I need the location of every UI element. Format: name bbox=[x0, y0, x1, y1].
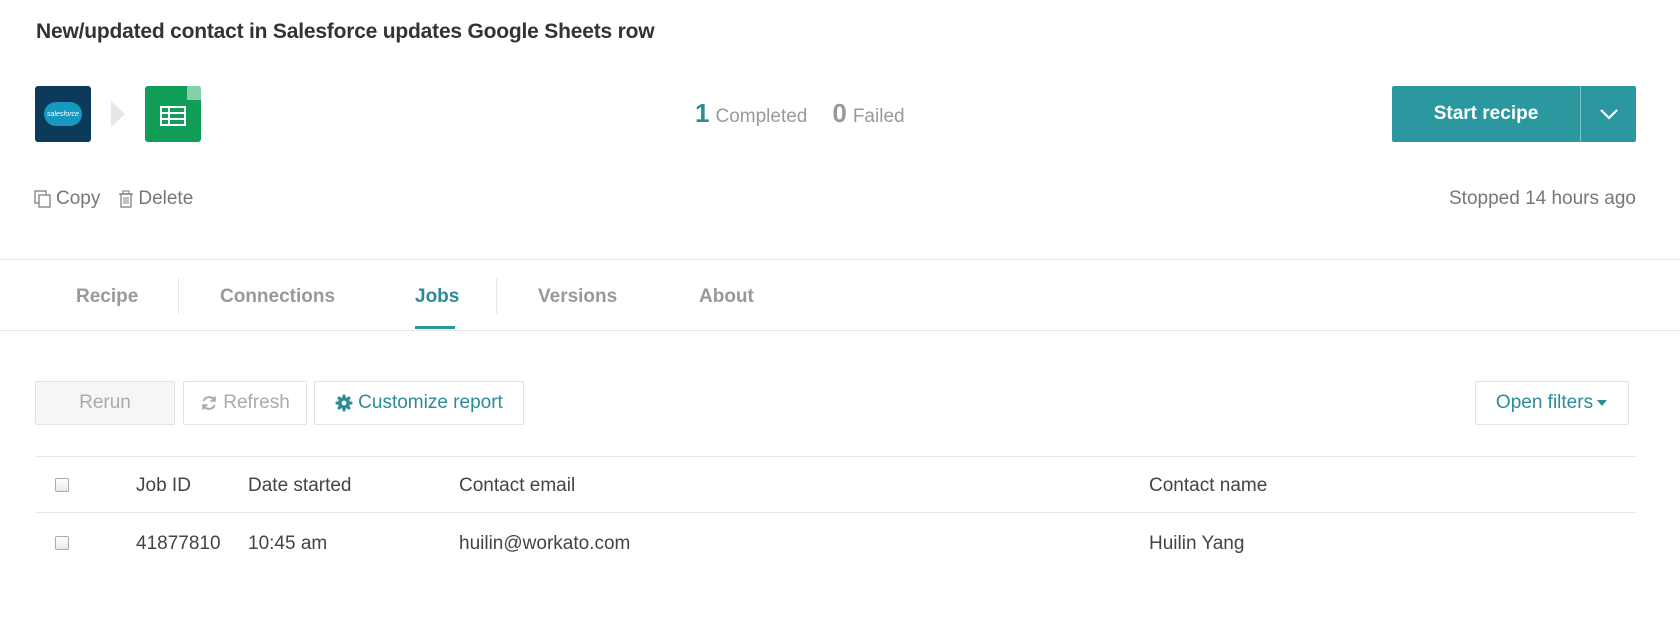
recipe-app-flow: salesforce bbox=[35, 86, 201, 142]
tab-connections[interactable]: Connections bbox=[220, 286, 335, 308]
delete-button[interactable]: Delete bbox=[118, 188, 193, 210]
copy-icon bbox=[34, 190, 51, 208]
start-recipe-button[interactable]: Start recipe bbox=[1392, 86, 1580, 142]
customize-report-label: Customize report bbox=[358, 392, 503, 413]
column-header-contact-name[interactable]: Contact name bbox=[1149, 475, 1267, 497]
job-id-cell[interactable]: 41877810 bbox=[136, 533, 221, 555]
refresh-label: Refresh bbox=[223, 392, 290, 413]
chevron-down-icon bbox=[1599, 109, 1618, 120]
contact-email-cell: huilin@workato.com bbox=[459, 533, 631, 554]
column-header-date-started[interactable]: Date started bbox=[248, 475, 352, 497]
tabs-divider bbox=[0, 330, 1680, 331]
start-recipe-dropdown-toggle[interactable] bbox=[1580, 86, 1636, 142]
job-stats: 1 Completed 0 Failed bbox=[695, 98, 905, 129]
completed-count: 1 bbox=[695, 98, 710, 128]
gear-icon bbox=[335, 394, 353, 412]
tab-jobs[interactable]: Jobs bbox=[415, 286, 459, 308]
trash-icon bbox=[119, 190, 134, 208]
copy-button[interactable]: Copy bbox=[34, 188, 100, 210]
flow-arrow-icon bbox=[111, 101, 125, 127]
caret-down-icon bbox=[1597, 400, 1608, 406]
salesforce-icon: salesforce bbox=[35, 86, 91, 142]
customize-report-button[interactable]: Customize report bbox=[314, 381, 524, 425]
header-divider bbox=[0, 259, 1680, 260]
google-sheets-icon bbox=[145, 86, 201, 142]
start-recipe-button-group: Start recipe bbox=[1392, 86, 1636, 142]
date-started-cell: 10:45 am bbox=[248, 533, 328, 554]
delete-label: Delete bbox=[138, 188, 194, 209]
select-all-checkbox[interactable] bbox=[55, 478, 69, 492]
active-tab-indicator bbox=[415, 326, 455, 329]
tab-separator bbox=[496, 278, 497, 314]
copy-label: Copy bbox=[56, 188, 101, 209]
open-filters-label: Open filters bbox=[1495, 392, 1594, 413]
failed-count: 0 bbox=[832, 98, 847, 128]
salesforce-logo-text: salesforce bbox=[44, 102, 82, 126]
completed-label: Completed bbox=[715, 106, 808, 127]
row-checkbox[interactable] bbox=[55, 536, 69, 550]
recipe-actions: Copy Delete bbox=[34, 188, 211, 210]
failed-label: Failed bbox=[852, 106, 905, 127]
refresh-icon bbox=[202, 396, 217, 410]
table-row-divider bbox=[35, 512, 1636, 513]
rerun-label: Rerun bbox=[79, 392, 131, 413]
column-header-contact-email[interactable]: Contact email bbox=[459, 475, 575, 497]
contact-name-cell: Huilin Yang bbox=[1149, 533, 1245, 554]
tab-recipe[interactable]: Recipe bbox=[76, 286, 138, 308]
recipe-status-text: Stopped 14 hours ago bbox=[1449, 188, 1636, 209]
recipe-title: New/updated contact in Salesforce update… bbox=[36, 20, 655, 43]
column-header-job-id[interactable]: Job ID bbox=[136, 475, 191, 497]
refresh-button[interactable]: Refresh bbox=[183, 381, 307, 425]
table-border bbox=[35, 456, 1636, 457]
tab-versions[interactable]: Versions bbox=[538, 286, 617, 308]
rerun-button[interactable]: Rerun bbox=[35, 381, 175, 425]
tab-separator bbox=[178, 278, 179, 314]
tab-about[interactable]: About bbox=[699, 286, 754, 308]
open-filters-button[interactable]: Open filters bbox=[1475, 381, 1629, 425]
